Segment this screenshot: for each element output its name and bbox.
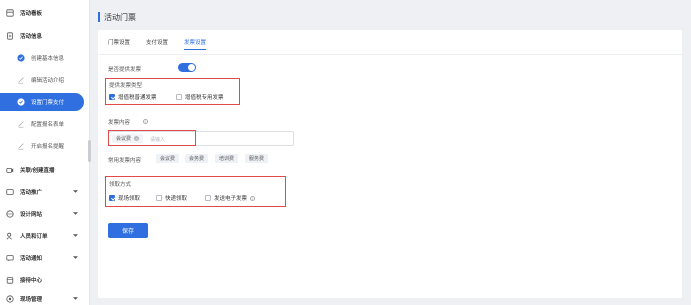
sidebar-item-dashboard[interactable]: 活动看板 <box>0 4 88 22</box>
sidebar-item-onsite[interactable]: 现场管理 <box>0 290 88 305</box>
common-tag[interactable]: 服务费 <box>245 154 269 163</box>
option-label: 快递领取 <box>165 196 188 202</box>
sidebar-item-label: 活动看板 <box>20 11 43 17</box>
sidebar-item-live[interactable]: 关联/创建直播 <box>0 161 88 179</box>
option-label: 增值税专用发票 <box>185 95 224 101</box>
provide-invoice-label: 是否提供发票 <box>108 67 142 73</box>
promote-icon <box>6 189 14 195</box>
sidebar-item-website[interactable]: 设计网站 <box>0 205 88 223</box>
check-circle-icon <box>17 98 25 106</box>
sidebar-item-activity-info[interactable]: 活动信息 <box>0 27 88 45</box>
common-content-label: 常用发票内容 <box>108 158 142 164</box>
invoice-type-option-general[interactable]: 增值税普通发票 <box>109 93 157 101</box>
reception-icon <box>6 277 14 284</box>
sidebar-item-label: 设计网站 <box>20 212 43 218</box>
checkbox-unchecked[interactable] <box>205 195 211 201</box>
sidebar-item-label: 编辑活动介绍 <box>31 78 65 84</box>
tab-divider <box>98 54 682 55</box>
option-label: 现场领取 <box>118 196 141 202</box>
tab-payment-settings[interactable]: 支付设置 <box>146 38 168 50</box>
pickup-option-express[interactable]: 快递领取 <box>156 194 187 202</box>
chevron-down-icon <box>73 212 78 215</box>
sidebar-item-reminder[interactable]: 开启报名提醒 <box>0 137 88 155</box>
tab-ticket-settings[interactable]: 门票设置 <box>108 38 130 50</box>
option-label: 发送电子发票 <box>214 196 248 202</box>
sidebar-item-label: 创建基本信息 <box>31 56 65 62</box>
tab-invoice-settings[interactable]: 发票设置 <box>184 38 207 50</box>
onsite-icon <box>6 295 14 303</box>
chevron-down-icon <box>73 297 78 300</box>
title-accent-bar <box>98 12 100 22</box>
sidebar-item-reception[interactable]: 接待中心 <box>0 271 88 289</box>
users-icon <box>6 232 12 240</box>
invoice-type-label: 提供发票类型 <box>109 83 143 89</box>
sidebar-item-form-config[interactable]: 配置报名表单 <box>0 115 88 133</box>
dashboard-icon <box>6 9 14 17</box>
sidebar-item-create-basic-info[interactable]: 创建基本信息 <box>0 49 88 67</box>
sidebar-item-label: 关联/创建直播 <box>20 168 55 174</box>
common-tag[interactable]: 会务费 <box>185 154 209 163</box>
sidebar-item-label: 接待中心 <box>20 278 43 284</box>
chevron-down-icon <box>73 190 78 193</box>
sidebar-item-label: 活动通知 <box>20 256 43 262</box>
chevron-down-icon <box>73 234 78 237</box>
chevron-down-icon <box>73 256 78 259</box>
message-icon <box>6 255 14 262</box>
save-button[interactable]: 保存 <box>108 223 148 238</box>
sidebar-scrollbar[interactable] <box>88 140 91 162</box>
chip-label: 会议费 <box>116 136 132 142</box>
checkbox-checked[interactable] <box>109 94 115 100</box>
info-icon: i <box>143 119 148 124</box>
check-circle-icon <box>17 54 25 62</box>
sidebar-item-notification[interactable]: 活动通知 <box>0 249 88 267</box>
page-title: 活动门票 <box>104 12 136 22</box>
info-icon: i <box>250 195 256 201</box>
provide-invoice-toggle[interactable] <box>178 63 196 72</box>
sidebar: 活动看板 活动信息 创建基本信息 编辑活动介绍 设置门票支付 配置报名表单 开启… <box>0 0 91 305</box>
checkbox-unchecked[interactable] <box>176 94 182 100</box>
sidebar-item-label: 配置报名表单 <box>31 122 65 128</box>
common-tag[interactable]: 培训费 <box>215 154 239 163</box>
sidebar-item-ticket-payment[interactable]: 设置门票支付 <box>0 93 84 111</box>
invoice-content-label: 发票内容 <box>108 120 131 126</box>
document-icon <box>7 32 13 40</box>
invoice-type-option-special[interactable]: 增值税专用发票 <box>176 93 224 101</box>
sidebar-item-promotion[interactable]: 活动推广 <box>0 183 88 201</box>
globe-icon <box>6 210 14 218</box>
sidebar-item-label: 活动推广 <box>20 190 43 196</box>
edit-icon <box>18 77 24 84</box>
invoice-content-placeholder: 请输入 <box>150 137 166 143</box>
close-icon[interactable]: × <box>134 136 140 141</box>
invoice-settings-card: 门票设置 支付设置 发票设置 是否提供发票 提供发票类型 增值税普通发票 增值税… <box>98 30 682 298</box>
common-tag[interactable]: 会议费 <box>156 154 180 163</box>
page-title-bar: 活动门票 <box>98 10 136 24</box>
pickup-method-label: 领取方式 <box>109 182 132 188</box>
edit-icon <box>18 121 24 128</box>
sidebar-item-label: 设置门票支付 <box>31 100 65 106</box>
checkbox-unchecked[interactable] <box>156 195 162 201</box>
pickup-method-highlight <box>105 176 286 207</box>
pickup-option-e-invoice[interactable]: 发送电子发票 i <box>205 194 256 202</box>
edit-icon <box>18 143 24 150</box>
sidebar-item-label: 开启报名提醒 <box>31 144 65 150</box>
sidebar-item-edit-intro[interactable]: 编辑活动介绍 <box>0 71 88 89</box>
sidebar-item-label: 活动信息 <box>20 34 43 40</box>
invoice-content-chip: 会议费 × <box>112 134 144 143</box>
tab-bar: 门票设置 支付设置 发票设置 <box>108 38 207 50</box>
option-label: 增值税普通发票 <box>118 95 157 101</box>
sidebar-item-label: 现场管理 <box>20 297 43 303</box>
sidebar-item-label: 人员和订单 <box>20 234 48 240</box>
pickup-option-onsite[interactable]: 现场领取 <box>109 194 140 202</box>
video-icon <box>6 168 14 173</box>
sidebar-item-people-orders[interactable]: 人员和订单 <box>0 227 88 245</box>
checkbox-checked[interactable] <box>109 195 115 201</box>
